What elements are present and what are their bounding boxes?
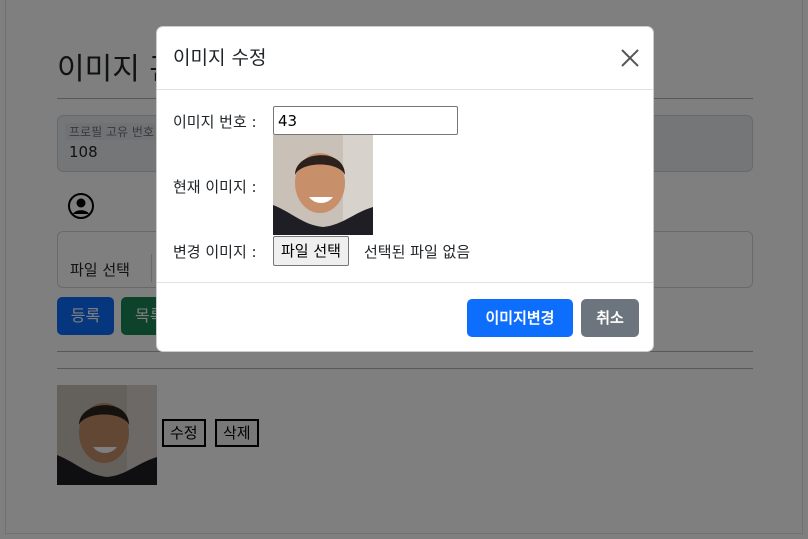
change-image-button[interactable]: 이미지변경 bbox=[467, 299, 573, 337]
modal-header: 이미지 수정 bbox=[157, 27, 653, 90]
no-file-selected-text: 선택된 파일 없음 bbox=[364, 243, 471, 261]
image-edit-modal: 이미지 수정 이미지 번호 : 현재 이미지 : 변경 이미지 : 파일 선택 … bbox=[156, 26, 654, 352]
close-icon[interactable] bbox=[619, 47, 641, 69]
cancel-button[interactable]: 취소 bbox=[581, 299, 639, 337]
change-image-label: 변경 이미지 : bbox=[173, 243, 257, 261]
modal-title: 이미지 수정 bbox=[173, 47, 267, 69]
modal-footer: 이미지변경 취소 bbox=[157, 282, 653, 353]
modal-body: 이미지 번호 : 현재 이미지 : 변경 이미지 : 파일 선택 선택된 파일 … bbox=[157, 90, 653, 282]
current-image bbox=[273, 135, 373, 235]
current-image-label: 현재 이미지 : bbox=[173, 178, 257, 196]
image-no-input[interactable] bbox=[273, 106, 458, 135]
image-no-label: 이미지 번호 : bbox=[173, 113, 257, 131]
choose-file-button[interactable]: 파일 선택 bbox=[273, 236, 349, 266]
